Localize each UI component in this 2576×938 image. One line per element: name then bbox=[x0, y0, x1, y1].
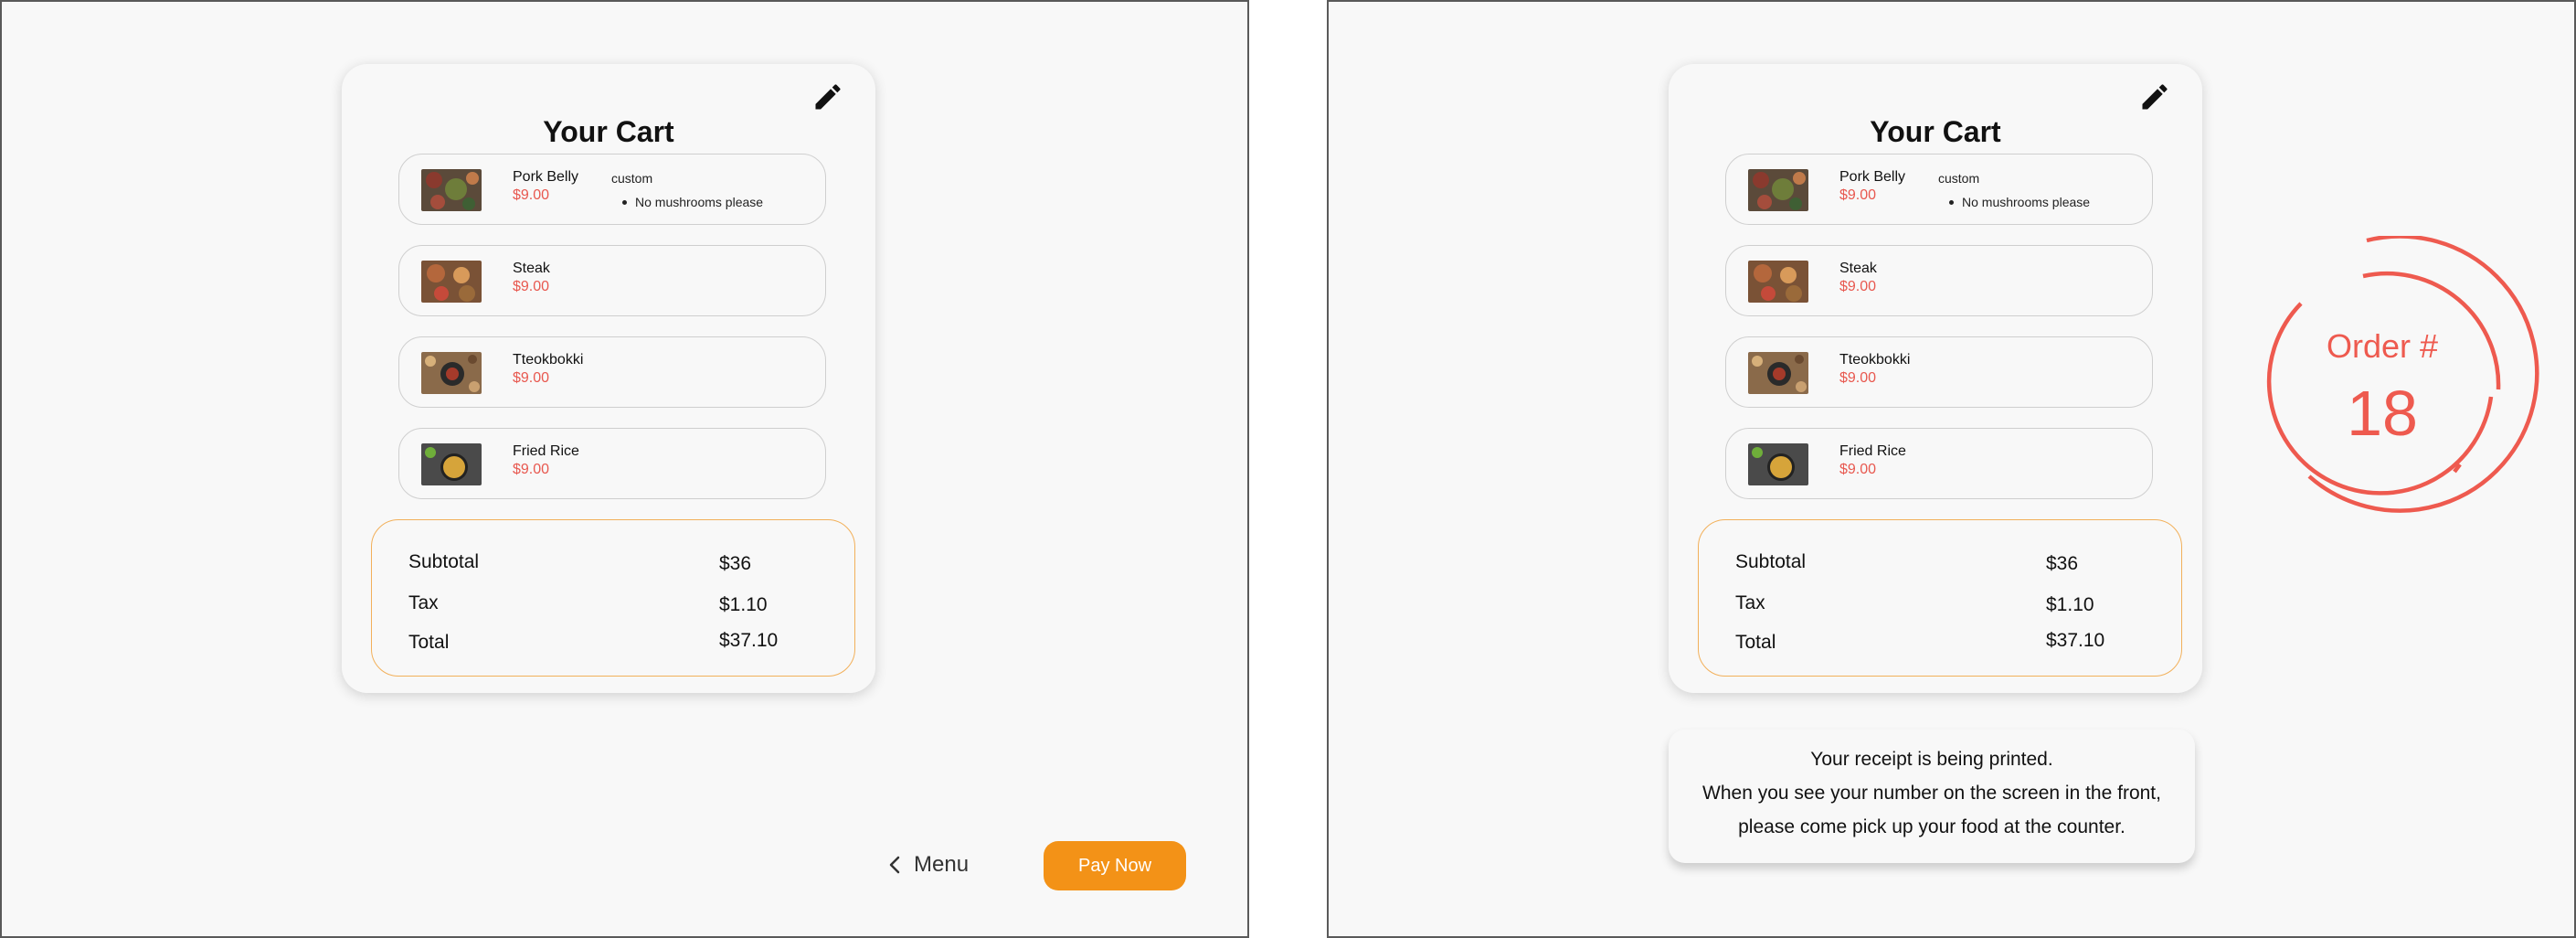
item-name: Tteokbokki bbox=[1839, 352, 1911, 368]
cart-item[interactable]: Pork Belly $9.00 custom No mushrooms ple… bbox=[1725, 154, 2153, 225]
item-custom-label: custom bbox=[611, 171, 653, 186]
order-number: 18 bbox=[2347, 378, 2418, 449]
total-label: Total bbox=[1735, 632, 1776, 653]
pencil-icon[interactable] bbox=[811, 80, 844, 113]
item-name: Pork Belly bbox=[1839, 169, 1906, 185]
order-summary: Subtotal $36 Tax $1.10 Total $37.10 bbox=[371, 519, 855, 677]
chevron-left-icon bbox=[889, 856, 900, 874]
item-name: Tteokbokki bbox=[513, 352, 584, 368]
tax-value: $1.10 bbox=[719, 594, 768, 615]
pay-now-button[interactable]: Pay Now bbox=[1044, 841, 1186, 890]
order-confirmation-screen: Your Cart Pork Belly $9.00 custom No mus… bbox=[1327, 0, 2576, 938]
item-price: $9.00 bbox=[1839, 462, 1877, 477]
cart-screen: Your Cart Pork Belly $9.00 custom No mus… bbox=[0, 0, 1249, 938]
menu-button[interactable]: Menu bbox=[888, 847, 969, 883]
item-price: $9.00 bbox=[1839, 370, 1877, 386]
subtotal-label: Subtotal bbox=[408, 551, 480, 572]
item-price: $9.00 bbox=[1839, 187, 1877, 203]
steak-photo bbox=[1748, 261, 1808, 303]
cart-card: Your Cart Pork Belly $9.00 custom No mus… bbox=[1669, 64, 2202, 693]
cart-item[interactable]: Tteokbokki $9.00 bbox=[398, 336, 826, 408]
item-note: No mushrooms please bbox=[1948, 195, 2091, 209]
fried-rice-photo bbox=[421, 443, 482, 485]
tax-label: Tax bbox=[1735, 592, 1765, 613]
tax-label: Tax bbox=[408, 592, 439, 613]
cart-item[interactable]: Tteokbokki $9.00 bbox=[1725, 336, 2153, 408]
pencil-icon[interactable] bbox=[2138, 80, 2171, 113]
subtotal-value: $36 bbox=[2046, 553, 2079, 574]
total-label: Total bbox=[408, 632, 450, 653]
subtotal-label: Subtotal bbox=[1735, 551, 1807, 572]
cart-item[interactable]: Steak $9.00 bbox=[1725, 245, 2153, 316]
fried-rice-photo bbox=[1748, 443, 1808, 485]
cart-item[interactable]: Fried Rice $9.00 bbox=[398, 428, 826, 499]
cart-item[interactable]: Fried Rice $9.00 bbox=[1725, 428, 2153, 499]
receipt-line-2: When you see your number on the screen i… bbox=[1702, 783, 2161, 804]
item-note: No mushrooms please bbox=[621, 195, 764, 209]
item-name: Steak bbox=[1839, 261, 1877, 276]
item-price: $9.00 bbox=[513, 462, 550, 477]
cart-item[interactable]: Steak $9.00 bbox=[398, 245, 826, 316]
receipt-line-1: Your receipt is being printed. bbox=[1810, 749, 2053, 770]
cart-title: Your Cart bbox=[543, 115, 674, 148]
menu-button-label: Menu bbox=[914, 852, 970, 877]
steak-photo bbox=[421, 261, 482, 303]
cart-item[interactable]: Pork Belly $9.00 custom No mushrooms ple… bbox=[398, 154, 826, 225]
receipt-line-3: please come pick up your food at the cou… bbox=[1738, 816, 2125, 837]
tteokbokki-photo bbox=[421, 352, 482, 394]
item-name: Pork Belly bbox=[513, 169, 579, 185]
item-name: Steak bbox=[513, 261, 550, 276]
item-name: Fried Rice bbox=[1839, 443, 1906, 459]
item-custom-label: custom bbox=[1938, 171, 1980, 186]
tteokbokki-photo bbox=[1748, 352, 1808, 394]
tax-value: $1.10 bbox=[2046, 594, 2094, 615]
cart-card: Your Cart Pork Belly $9.00 custom No mus… bbox=[342, 64, 875, 693]
pork-belly-photo bbox=[1748, 169, 1808, 211]
total-value: $37.10 bbox=[719, 630, 779, 651]
item-price: $9.00 bbox=[1839, 279, 1877, 294]
pork-belly-photo bbox=[421, 169, 482, 211]
order-summary: Subtotal $36 Tax $1.10 Total $37.10 bbox=[1698, 519, 2182, 677]
total-value: $37.10 bbox=[2046, 630, 2105, 651]
order-label: Order # bbox=[2326, 327, 2439, 365]
item-price: $9.00 bbox=[513, 187, 550, 203]
item-price: $9.00 bbox=[513, 370, 550, 386]
receipt-message: Your receipt is being printed. When you … bbox=[1669, 730, 2195, 863]
item-price: $9.00 bbox=[513, 279, 550, 294]
cart-title: Your Cart bbox=[1870, 115, 2001, 148]
subtotal-value: $36 bbox=[719, 553, 752, 574]
item-name: Fried Rice bbox=[513, 443, 579, 459]
